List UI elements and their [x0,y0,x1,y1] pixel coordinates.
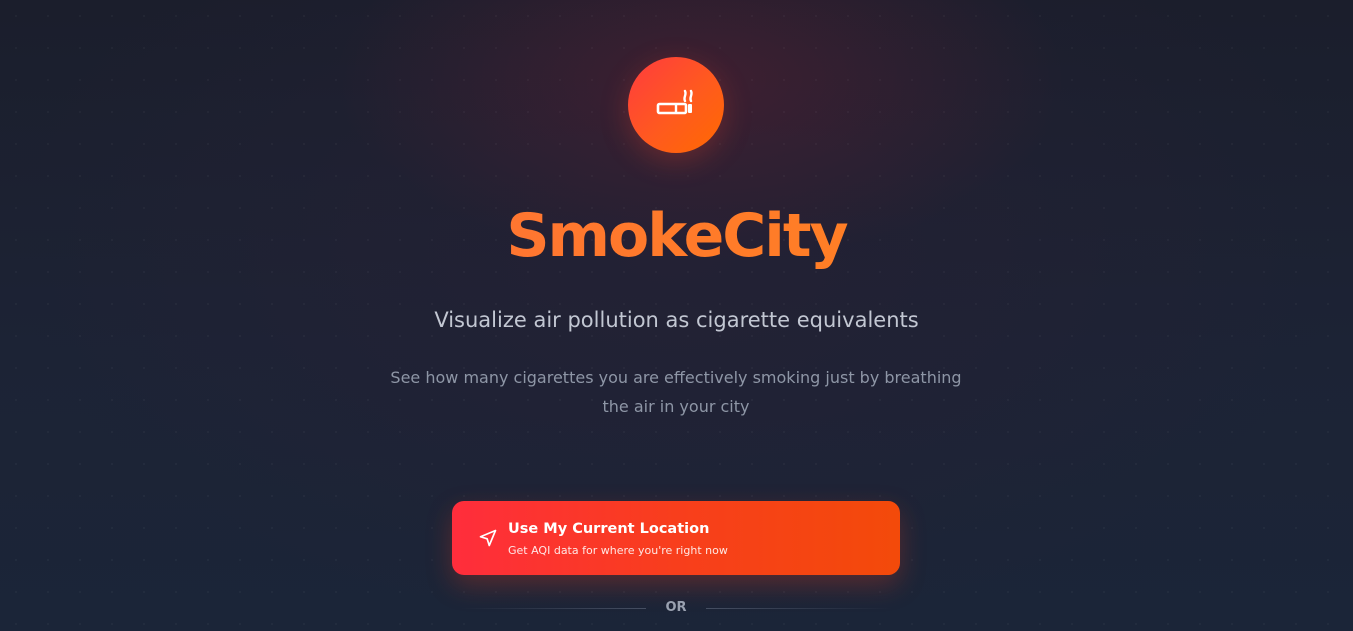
app-description: See how many cigarettes you are effectiv… [390,368,962,416]
location-button-sublabel: Get AQI data for where you're right now [508,544,728,557]
app-title: SmokeCity [0,192,1353,280]
location-button-label: Use My Current Location [508,521,710,537]
or-divider: OR [460,598,892,618]
divider-line-right [706,608,892,609]
navigation-arrow-icon [479,529,497,547]
landing-content: SmokeCity Visualize air pollution as cig… [0,0,1353,631]
app-subtitle: Visualize air pollution as cigarette equ… [434,308,919,332]
cigarette-icon [656,89,693,115]
app-logo [628,57,724,153]
use-current-location-button[interactable]: Use My Current Location Get AQI data for… [452,501,900,575]
